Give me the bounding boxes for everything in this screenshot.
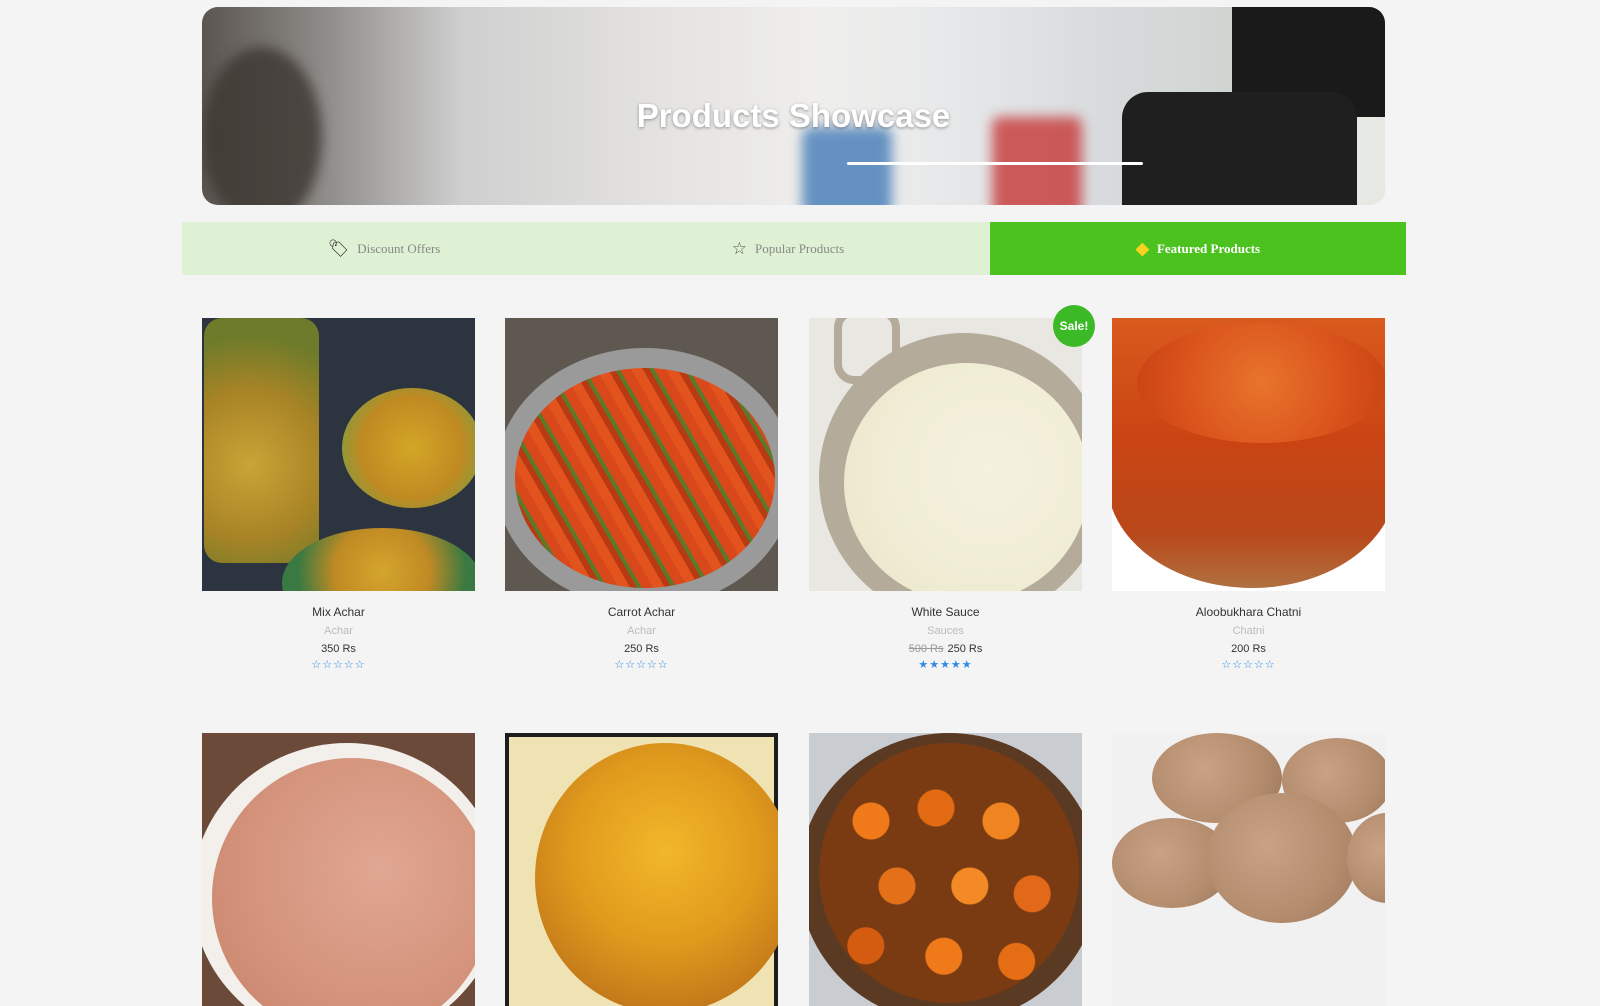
- sale-badge: Sale!: [1053, 305, 1095, 347]
- tab-featured-products[interactable]: ◆ Featured Products: [990, 222, 1406, 275]
- hero-bg-shape: [802, 127, 892, 205]
- product-image[interactable]: [505, 733, 778, 1006]
- product-image[interactable]: [809, 733, 1082, 1006]
- star-rating: ☆☆☆☆☆: [1221, 659, 1276, 671]
- star-rating: ☆☆☆☆☆: [614, 659, 669, 671]
- product-image[interactable]: [202, 318, 475, 591]
- tab-label: Popular Products: [755, 240, 845, 256]
- star-rating: ☆☆☆☆☆: [311, 659, 366, 671]
- star-rating: ★★★★★: [918, 659, 973, 671]
- product-image[interactable]: [1112, 318, 1385, 591]
- product-card[interactable]: Mix Achar Achar 350 Rs ☆☆☆☆☆: [202, 318, 475, 671]
- product-price: 200 Rs: [1231, 643, 1266, 655]
- product-image[interactable]: [809, 318, 1082, 591]
- hero-banner: Products Showcase: [202, 7, 1385, 205]
- product-card[interactable]: White Sauce Sauces 500 Rs 250 Rs ★★★★★: [809, 318, 1082, 671]
- product-category: Sauces: [927, 625, 964, 637]
- product-card[interactable]: [505, 733, 778, 1006]
- product-card[interactable]: [809, 733, 1082, 1006]
- product-price: 250 Rs: [624, 643, 659, 655]
- tab-label: Discount Offers: [357, 240, 441, 256]
- tab-popular-products[interactable]: ☆ Popular Products: [586, 222, 990, 275]
- product-name[interactable]: Carrot Achar: [505, 605, 778, 619]
- product-name[interactable]: White Sauce: [809, 605, 1082, 619]
- product-image[interactable]: [202, 733, 475, 1006]
- page-title: Products Showcase: [636, 97, 951, 134]
- tab-discount-offers[interactable]: 🏷 Discount Offers: [182, 222, 586, 275]
- product-category: Achar: [627, 625, 656, 637]
- product-name[interactable]: Aloobukhara Chatni: [1112, 605, 1385, 619]
- product-category: Chatni: [1232, 625, 1265, 637]
- product-image[interactable]: [1112, 733, 1385, 1006]
- tab-label: Featured Products: [1156, 240, 1261, 256]
- tags-icon: 🏷: [327, 239, 350, 258]
- diamond-icon: ◆: [1135, 239, 1149, 258]
- product-tabs: 🏷 Discount Offers ☆ Popular Products ◆ F…: [182, 222, 1406, 275]
- old-price: 500 Rs: [908, 643, 944, 655]
- product-price: 350 Rs: [321, 643, 356, 655]
- product-price: 500 Rs 250 Rs: [908, 643, 983, 655]
- product-category: Achar: [324, 625, 353, 637]
- title-underline: [847, 162, 1143, 165]
- product-card[interactable]: [202, 733, 475, 1006]
- product-card[interactable]: [1112, 733, 1385, 1006]
- star-outline-icon: ☆: [731, 239, 748, 258]
- product-card[interactable]: Carrot Achar Achar 250 Rs ☆☆☆☆☆: [505, 318, 778, 671]
- product-image[interactable]: [505, 318, 778, 591]
- product-name[interactable]: Mix Achar: [202, 605, 475, 619]
- product-card[interactable]: Aloobukhara Chatni Chatni 200 Rs ☆☆☆☆☆: [1112, 318, 1385, 671]
